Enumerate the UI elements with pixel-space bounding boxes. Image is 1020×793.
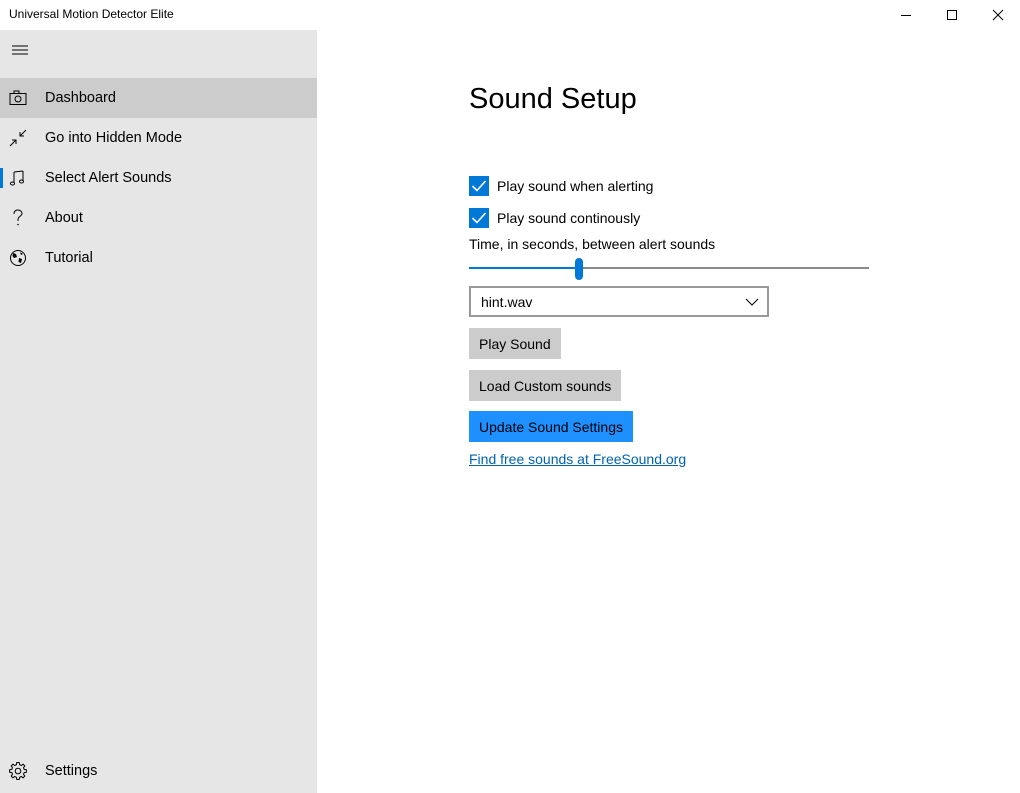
load-custom-sounds-button[interactable]: Load Custom sounds (469, 370, 621, 401)
checkbox-label: Play sound continously (497, 210, 640, 226)
nav-item-tutorial[interactable]: Tutorial (0, 238, 317, 278)
nav-label-settings: Settings (45, 763, 97, 779)
close-icon (992, 9, 1004, 21)
question-icon (8, 208, 28, 228)
checkmark-icon (471, 211, 487, 225)
nav-item-dashboard[interactable]: Dashboard (0, 78, 317, 118)
nav-label-dashboard: Dashboard (45, 90, 116, 106)
checkbox-label: Play sound when alerting (497, 178, 653, 194)
checkbox-checked[interactable] (469, 208, 489, 228)
nav-label-about: About (45, 210, 83, 226)
camera-icon (8, 88, 28, 108)
nav-item-hidden-mode[interactable]: Go into Hidden Mode (0, 118, 317, 158)
minimize-icon (900, 9, 912, 21)
play-when-alerting-checkbox[interactable]: Play sound when alerting (469, 176, 653, 196)
checkmark-icon (471, 179, 487, 193)
nav-label-tutorial: Tutorial (45, 250, 93, 266)
hamburger-button[interactable] (0, 30, 40, 70)
dropdown-value: hint.wav (481, 294, 532, 310)
main-content: Sound Setup Play sound when alerting Pla… (317, 30, 1020, 793)
selection-indicator (0, 168, 3, 188)
play-continuously-checkbox[interactable]: Play sound continously (469, 208, 640, 228)
globe-icon (8, 248, 28, 268)
window-title: Universal Motion Detector Elite (9, 7, 174, 21)
page-title: Sound Setup (469, 83, 637, 116)
minimize-button[interactable] (883, 0, 929, 30)
chevron-down-icon (745, 295, 759, 309)
close-button[interactable] (975, 0, 1020, 30)
alert-interval-slider[interactable] (469, 258, 869, 280)
sound-file-dropdown[interactable]: hint.wav (469, 286, 769, 317)
nav-label-hidden-mode: Go into Hidden Mode (45, 130, 182, 146)
update-sound-settings-button[interactable]: Update Sound Settings (469, 411, 633, 442)
nav-item-about[interactable]: About (0, 198, 317, 238)
maximize-button[interactable] (929, 0, 975, 30)
checkbox-checked[interactable] (469, 176, 489, 196)
slider-thumb[interactable] (575, 258, 583, 280)
hamburger-icon (12, 44, 28, 56)
navigation-pane: Dashboard Go into Hidden Mode Select Ale… (0, 30, 317, 793)
gear-icon (8, 761, 28, 781)
slider-fill (469, 267, 579, 269)
collapse-arrows-icon (8, 128, 28, 148)
nav-item-select-alert-sounds[interactable]: Select Alert Sounds (0, 158, 317, 198)
freesound-link[interactable]: Find free sounds at FreeSound.org (469, 451, 686, 467)
music-note-icon (8, 168, 28, 188)
title-bar: Universal Motion Detector Elite (0, 0, 1020, 30)
maximize-icon (946, 9, 958, 21)
nav-label-select-alert-sounds: Select Alert Sounds (45, 170, 172, 186)
nav-item-settings[interactable]: Settings (0, 751, 317, 791)
play-sound-button[interactable]: Play Sound (469, 328, 561, 359)
slider-label: Time, in seconds, between alert sounds (469, 236, 715, 252)
